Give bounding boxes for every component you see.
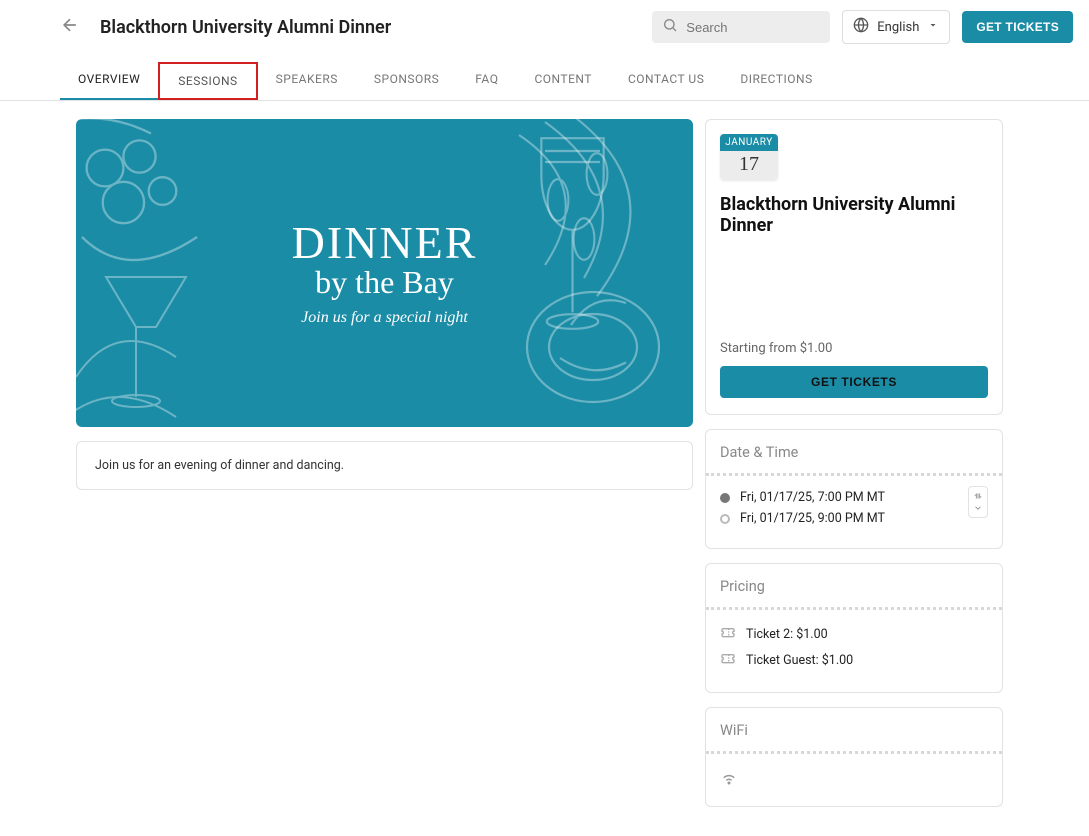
ticket-icon [720,650,736,670]
pricing-title: Pricing [720,578,988,595]
divider [706,607,1002,610]
datetime-end-row: Fri, 01/17/25, 9:00 PM MT [720,511,968,526]
tabs-nav: OVERVIEWSESSIONSSPEAKERSSPONSORSFAQCONTE… [0,62,1089,101]
event-title: Blackthorn University Alumni Dinner [720,194,988,236]
tab-sessions[interactable]: SESSIONS [158,62,257,100]
hero-banner: DINNER by the Bay Join us for a special … [76,119,693,427]
pricing-item-text: Ticket 2: $1.00 [746,627,828,642]
event-summary-card: JANUARY 17 Blackthorn University Alumni … [705,119,1003,415]
wifi-card: WiFi [705,707,1003,807]
datetime-start-row: Fri, 01/17/25, 7:00 PM MT [720,490,968,505]
date-badge-day: 17 [720,151,778,180]
description-card: Join us for an evening of dinner and dan… [76,441,693,490]
search-icon [662,17,678,37]
dot-filled-icon [720,493,730,503]
tab-speakers[interactable]: SPEAKERS [258,62,356,100]
language-label: English [877,20,919,35]
search-input[interactable] [686,20,820,35]
tab-directions[interactable]: DIRECTIONS [722,62,830,100]
description-text: Join us for an evening of dinner and dan… [95,458,344,473]
tab-faq[interactable]: FAQ [457,62,516,100]
dot-empty-icon [720,514,730,524]
chevron-down-icon [927,19,939,35]
datetime-start: Fri, 01/17/25, 7:00 PM MT [740,490,885,505]
tab-contact-us[interactable]: CONTACT US [610,62,722,100]
wifi-title: WiFi [720,722,988,739]
date-badge: JANUARY 17 [720,134,778,180]
get-tickets-card-button[interactable]: GET TICKETS [720,366,988,398]
divider [706,473,1002,476]
header-bar: Blackthorn University Alumni Dinner Engl… [0,0,1089,44]
tab-overview[interactable]: OVERVIEW [60,62,158,100]
page-title: Blackthorn University Alumni Dinner [100,17,640,38]
tab-sponsors[interactable]: SPONSORS [356,62,457,100]
pricing-item-text: Ticket Guest: $1.00 [746,653,853,668]
tab-content[interactable]: CONTENT [516,62,610,100]
starting-from-text: Starting from $1.00 [720,341,988,356]
language-selector[interactable]: English [842,10,950,44]
wifi-icon [720,771,738,790]
pricing-row: Ticket Guest: $1.00 [720,650,988,670]
pricing-row: Ticket 2: $1.00 [720,624,988,644]
get-tickets-header-button[interactable]: GET TICKETS [962,11,1073,43]
hero-title-line1: DINNER [292,220,478,266]
date-time-card: Date & Time Fri, 01/17/25, 7:00 PM MT Fr… [705,429,1003,549]
left-column: DINNER by the Bay Join us for a special … [76,119,693,807]
date-time-title: Date & Time [720,444,988,461]
search-box[interactable] [652,11,830,43]
ticket-icon [720,624,736,644]
right-column: JANUARY 17 Blackthorn University Alumni … [705,119,1003,807]
pricing-card: Pricing Ticket 2: $1.00 Ticket Guest: $1.… [705,563,1003,693]
hero-title-line2: by the Bay [315,264,454,301]
hero-tagline: Join us for a special night [301,309,468,327]
date-badge-month: JANUARY [720,134,778,151]
content-area: DINNER by the Bay Join us for a special … [0,101,1089,807]
globe-icon [853,17,869,37]
back-icon[interactable] [60,15,80,39]
divider [706,751,1002,754]
datetime-end: Fri, 01/17/25, 9:00 PM MT [740,511,885,526]
calendar-toggle[interactable] [968,486,988,518]
